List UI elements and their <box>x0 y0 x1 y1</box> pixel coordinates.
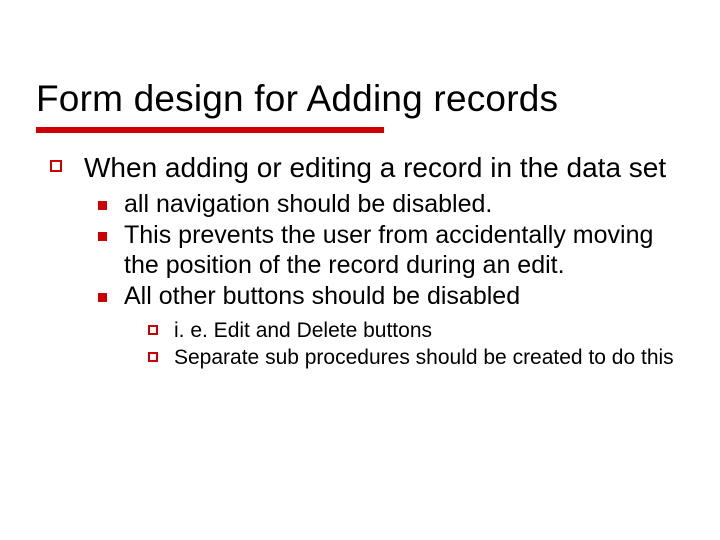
slide: Form design for Adding records When addi… <box>0 0 720 540</box>
title-underline <box>36 127 384 133</box>
bullet-text: This prevents the user from accidentally… <box>124 221 653 279</box>
list-item: All other buttons should be disabled i. … <box>84 282 684 370</box>
bullet-text: When adding or editing a record in the d… <box>84 152 666 183</box>
list-item: i. e. Edit and Delete buttons <box>124 318 684 343</box>
bullet-text: i. e. Edit and Delete buttons <box>174 319 432 342</box>
square-open-bullet-icon <box>148 325 158 335</box>
square-open-bullet-icon <box>148 352 158 362</box>
list-item: This prevents the user from accidentally… <box>84 221 684 280</box>
square-filled-bullet-icon <box>98 201 107 210</box>
bullet-text: all navigation should be disabled. <box>124 190 492 218</box>
square-open-bullet-icon <box>50 160 62 172</box>
square-filled-bullet-icon <box>98 293 107 302</box>
bullet-text: Separate sub procedures should be create… <box>174 346 674 369</box>
list-item: all navigation should be disabled. <box>84 190 684 220</box>
bullet-text: All other buttons should be disabled <box>124 282 520 310</box>
bullet-list-level1: When adding or editing a record in the d… <box>36 151 684 370</box>
slide-title: Form design for Adding records <box>36 78 684 121</box>
square-filled-bullet-icon <box>98 232 107 241</box>
bullet-list-level3: i. e. Edit and Delete buttons Separate s… <box>124 318 684 370</box>
list-item: When adding or editing a record in the d… <box>42 151 684 370</box>
list-item: Separate sub procedures should be create… <box>124 345 684 370</box>
bullet-list-level2: all navigation should be disabled. This … <box>84 190 684 370</box>
